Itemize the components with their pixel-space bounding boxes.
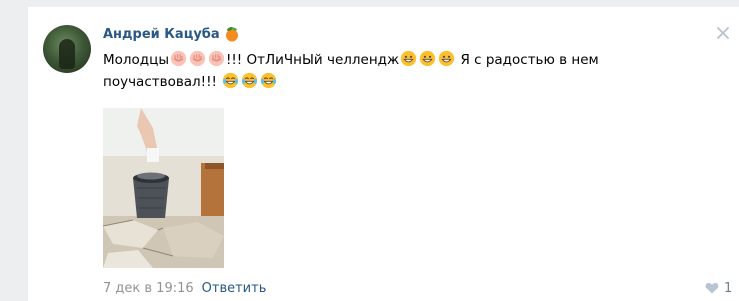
text-part: Я с радостью в нем [456, 52, 599, 68]
tears-of-joy-icon [261, 72, 277, 89]
reply-button[interactable]: Ответить [202, 281, 267, 296]
text-part: поучаствовал!!! [103, 74, 222, 90]
tangerine-icon [225, 27, 238, 42]
comment-text: Молодцы !!! ОтЛиЧнЫй челлендж Я с радость… [103, 49, 703, 93]
like-button[interactable]: 1 [705, 279, 732, 297]
palms-up-icon [208, 50, 225, 67]
author-row: Андрей Кацуба [103, 25, 240, 43]
palms-up-icon [189, 50, 206, 67]
grinning-face-icon [420, 50, 436, 67]
text-part: !!! ОтЛиЧнЫй челлендж [225, 52, 400, 68]
text-part: Молодцы [103, 52, 169, 68]
grinning-face-icon [401, 50, 417, 67]
tears-of-joy-icon [223, 72, 239, 89]
palms-up-icon [170, 50, 187, 67]
author-name[interactable]: Андрей Кацуба [103, 27, 220, 42]
photo-image [103, 108, 224, 268]
close-icon[interactable] [715, 25, 731, 41]
tears-of-joy-icon [242, 72, 258, 89]
heart-icon [705, 282, 719, 294]
avatar[interactable] [43, 25, 91, 73]
grinning-face-icon [439, 50, 455, 67]
comment-date[interactable]: 7 дек в 19:16 [103, 281, 194, 296]
attached-photo[interactable] [103, 108, 224, 268]
likes-count: 1 [724, 280, 733, 296]
comment-footer: 7 дек в 19:16 Ответить [103, 279, 266, 297]
